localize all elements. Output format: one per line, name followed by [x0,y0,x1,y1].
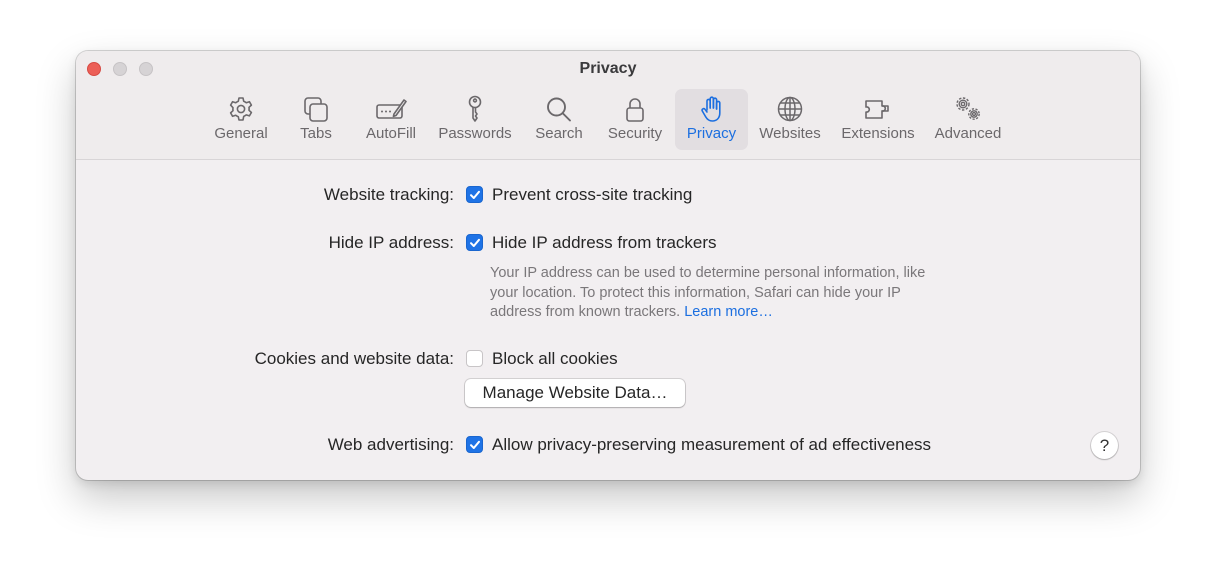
hide-ip-description-line2: your location. To protect this informati… [490,284,901,301]
tab-autofill[interactable]: AutoFill [356,89,426,150]
tab-advanced[interactable]: Advanced [928,89,1008,150]
hide-ip-address-checkbox[interactable] [466,234,483,251]
hide-ip-description-line3-text: address from known trackers. [490,304,681,320]
privacy-preserving-ad-measurement-text[interactable]: Allow privacy-preserving measurement of … [492,435,931,455]
checkmark-icon [470,440,480,449]
help-button[interactable]: ? [1091,432,1118,459]
checkmark-icon [470,238,480,247]
hide-ip-description-line1: Your IP address can be used to determine… [490,265,926,281]
block-all-cookies-text[interactable]: Block all cookies [492,349,618,369]
window-title: Privacy [579,60,637,77]
cookies-label: Cookies and website data: [254,349,454,368]
tab-advanced-label: Advanced [934,125,1002,142]
prevent-cross-site-tracking-text[interactable]: Prevent cross-site tracking [492,185,692,205]
tab-websites-label: Websites [759,125,821,142]
tab-extensions-label: Extensions [841,125,915,142]
preferences-window: Privacy General Tabs AutoFill Passwords … [76,51,1140,480]
hide-ip-description-line3: address from known trackers. Learn more… [490,303,990,323]
website-tracking-label: Website tracking: [323,185,454,204]
tab-security-label: Security [607,125,663,142]
lock-icon [619,94,651,126]
tab-search-label: Search [535,125,583,142]
gear-icon [225,94,257,126]
tab-passwords[interactable]: Passwords [434,89,516,150]
tab-search[interactable]: Search [526,89,592,150]
tab-general-label: General [214,125,268,142]
autofill-pen-icon [375,94,407,126]
tab-tabs-label: Tabs [300,125,332,142]
puzzle-icon [862,94,894,126]
hide-ip-address-text[interactable]: Hide IP address from trackers [492,233,717,253]
title-bar: Privacy General Tabs AutoFill Passwords … [76,51,1140,160]
tab-tabs[interactable]: Tabs [286,89,346,150]
tab-passwords-label: Passwords [438,125,512,142]
globe-icon [774,94,806,126]
hide-ip-address-label: Hide IP address: [328,233,454,252]
gears-icon [952,94,984,126]
preferences-toolbar: General Tabs AutoFill Passwords Search S… [76,89,1140,151]
tab-security[interactable]: Security [600,89,670,150]
web-advertising-label: Web advertising: [327,435,454,454]
checkmark-icon [470,190,480,199]
tab-websites[interactable]: Websites [754,89,826,150]
hand-icon [696,94,728,126]
tab-privacy[interactable]: Privacy [675,89,748,150]
tabs-icon [300,94,332,126]
tab-general[interactable]: General [202,89,280,150]
key-icon [459,94,491,126]
magnifier-icon [543,94,575,126]
privacy-pane: Website tracking: Prevent cross-site tra… [76,160,1140,480]
privacy-preserving-ad-measurement-checkbox[interactable] [466,436,483,453]
tab-privacy-label: Privacy [686,125,737,142]
learn-more-link[interactable]: Learn more… [684,304,773,320]
hide-ip-description: Your IP address can be used to determine… [490,264,990,323]
tab-extensions[interactable]: Extensions [836,89,920,150]
tab-autofill-label: AutoFill [365,125,417,142]
manage-website-data-button[interactable]: Manage Website Data… [465,379,685,407]
block-all-cookies-checkbox[interactable] [466,350,483,367]
prevent-cross-site-tracking-checkbox[interactable] [466,186,483,203]
